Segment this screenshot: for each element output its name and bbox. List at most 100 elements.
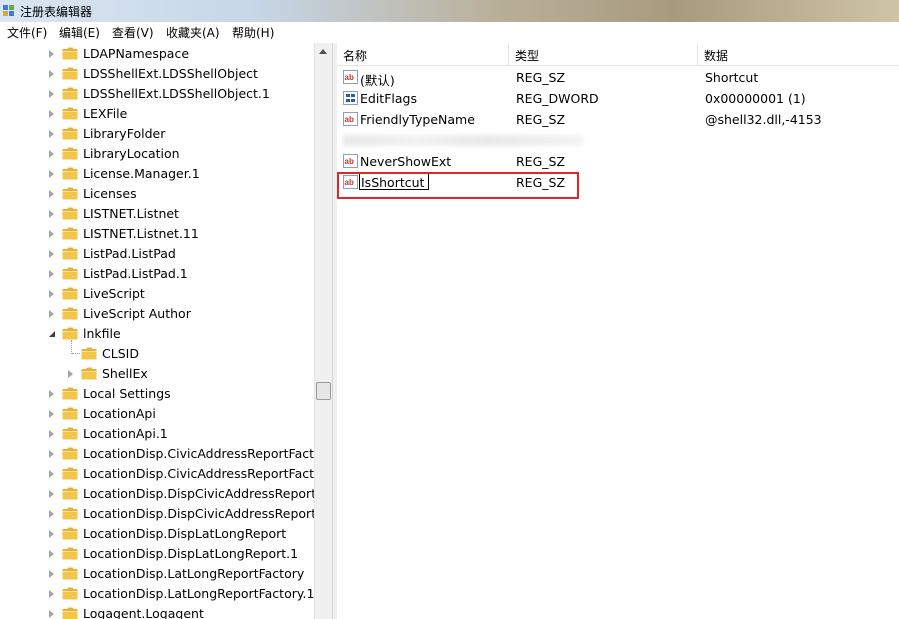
collapsed-arrow-icon[interactable] <box>49 210 54 218</box>
collapsed-arrow-icon[interactable] <box>49 530 54 538</box>
tree-item-label: Local Settings <box>83 386 171 401</box>
tree-item[interactable]: LDSShellExt.LDSShellObject <box>0 64 314 84</box>
collapsed-arrow-icon[interactable] <box>49 70 54 78</box>
folder-icon <box>62 247 78 260</box>
tree-item[interactable]: LocationDisp.DispLatLongReport.1 <box>0 544 314 564</box>
string-value-icon: ab <box>343 70 358 84</box>
collapsed-arrow-icon[interactable] <box>49 150 54 158</box>
tree-item[interactable]: LocationDisp.DispCivicAddressReport <box>0 484 316 504</box>
registry-key-tree[interactable]: LDAPNamespace LDSShellExt.LDSShellObject L… <box>0 43 332 619</box>
collapsed-arrow-icon[interactable] <box>49 550 54 558</box>
tree-item[interactable]: LocationDisp.CivicAddressReportFactory <box>0 444 332 464</box>
regedit-icon <box>3 5 14 16</box>
redacted-row <box>343 135 583 146</box>
tree-item[interactable]: LocationDisp.CivicAddressReportFactory <box>0 464 332 484</box>
tree-item[interactable]: lnkfile <box>0 324 314 344</box>
collapsed-arrow-icon[interactable] <box>49 510 54 518</box>
collapsed-arrow-icon[interactable] <box>49 110 54 118</box>
list-row[interactable]: ab FriendlyTypeName REG_SZ @shell32.dll,-41… <box>337 109 899 130</box>
collapsed-arrow-icon[interactable] <box>49 450 54 458</box>
collapsed-arrow-icon[interactable] <box>49 230 54 238</box>
folder-icon <box>81 367 97 380</box>
collapsed-arrow-icon[interactable] <box>49 490 54 498</box>
expanded-arrow-icon[interactable] <box>49 331 55 337</box>
collapsed-arrow-icon[interactable] <box>49 430 54 438</box>
folder-icon <box>62 507 78 520</box>
column-data-header[interactable]: 数据 <box>698 43 899 65</box>
tree-item-label: LDAPNamespace <box>83 46 190 61</box>
tree-item[interactable]: License.Manager.1 <box>0 164 314 184</box>
folder-icon <box>62 587 78 600</box>
column-name-header[interactable]: 名称 <box>337 43 509 65</box>
tree-item[interactable]: LocationApi <box>0 404 314 424</box>
tree-item[interactable]: Logagent.Logagent <box>0 604 314 619</box>
value-type: REG_SZ <box>516 70 566 85</box>
tree-item[interactable]: Licenses <box>0 184 314 204</box>
scroll-up-arrow-icon[interactable] <box>319 49 327 54</box>
tree-item-label: LibraryLocation <box>83 146 180 161</box>
title-bar: 注册表编辑器 <box>0 0 899 22</box>
tree-item[interactable]: LEXFile <box>0 104 314 124</box>
tree-item[interactable]: ListPad.ListPad <box>0 244 314 264</box>
menu-edit[interactable]: 编辑(E) <box>58 24 101 41</box>
tree-item[interactable]: LDSShellExt.LDSShellObject.1 <box>0 84 314 104</box>
tree-item[interactable]: CLSID <box>0 344 314 364</box>
menu-favorites[interactable]: 收藏夹(A) <box>165 24 221 41</box>
tree-item[interactable]: LocationDisp.DispLatLongReport <box>0 524 314 544</box>
folder-icon <box>62 487 78 500</box>
list-row[interactable]: ab NeverShowExt REG_SZ <box>337 151 899 172</box>
tree-scrollbar[interactable] <box>314 43 332 619</box>
tree-item-label: LiveScript <box>83 286 145 301</box>
collapsed-arrow-icon[interactable] <box>49 570 54 578</box>
collapsed-arrow-icon[interactable] <box>49 250 54 258</box>
column-type-header[interactable]: 类型 <box>509 43 698 65</box>
folder-icon <box>62 147 78 160</box>
collapsed-arrow-icon[interactable] <box>49 610 54 618</box>
collapsed-arrow-icon[interactable] <box>49 410 54 418</box>
folder-icon <box>81 347 97 360</box>
collapsed-arrow-icon[interactable] <box>49 310 54 318</box>
scroll-thumb[interactable] <box>316 382 331 400</box>
tree-item[interactable]: LiveScript <box>0 284 314 304</box>
tree-item[interactable]: LISTNET.Listnet.11 <box>0 224 314 244</box>
collapsed-arrow-icon[interactable] <box>49 130 54 138</box>
collapsed-arrow-icon[interactable] <box>49 90 54 98</box>
collapsed-arrow-icon[interactable] <box>68 370 73 378</box>
tree-item-label: Licenses <box>83 186 137 201</box>
list-row[interactable] <box>337 130 899 151</box>
collapsed-arrow-icon[interactable] <box>49 290 54 298</box>
tree-item[interactable]: LibraryFolder <box>0 124 314 144</box>
tree-item[interactable]: ShellEx <box>0 364 314 384</box>
value-type: REG_DWORD <box>516 91 599 106</box>
collapsed-arrow-icon[interactable] <box>49 50 54 58</box>
tree-item[interactable]: LDAPNamespace <box>0 44 314 64</box>
collapsed-arrow-icon[interactable] <box>49 390 54 398</box>
list-row[interactable]: ab (默认) REG_SZ Shortcut <box>337 67 899 88</box>
tree-item[interactable]: LibraryLocation <box>0 144 314 164</box>
tree-item[interactable]: LocationDisp.LatLongReportFactory.1 <box>0 584 314 604</box>
tree-item[interactable]: LocationDisp.DispCivicAddressReport.1 <box>0 504 328 524</box>
menu-view[interactable]: 查看(V) <box>111 24 155 41</box>
collapsed-arrow-icon[interactable] <box>49 270 54 278</box>
folder-icon <box>62 547 78 560</box>
collapsed-arrow-icon[interactable] <box>49 170 54 178</box>
collapsed-arrow-icon[interactable] <box>49 190 54 198</box>
value-type: REG_SZ <box>516 154 566 169</box>
tree-item[interactable]: LocationDisp.LatLongReportFactory <box>0 564 314 584</box>
registry-value-list[interactable]: 名称 类型 数据 ab (默认) REG_SZ Shortcut EditFlags RE… <box>337 43 899 619</box>
collapsed-arrow-icon[interactable] <box>49 590 54 598</box>
svg-text:ab: ab <box>345 115 354 124</box>
tree-item[interactable]: LISTNET.Listnet <box>0 204 314 224</box>
value-data: @shell32.dll,-4153 <box>705 112 822 127</box>
menu-file[interactable]: 文件(F) <box>6 24 48 41</box>
tree-item-label: ListPad.ListPad <box>83 246 176 261</box>
tree-item[interactable]: LiveScript Author <box>0 304 314 324</box>
list-row[interactable]: EditFlags REG_DWORD 0x00000001 (1) <box>337 88 899 109</box>
tree-item[interactable]: LocationApi.1 <box>0 424 314 444</box>
tree-item[interactable]: ListPad.ListPad.1 <box>0 264 314 284</box>
tree-item-label: ListPad.ListPad.1 <box>83 266 188 281</box>
tree-item[interactable]: Local Settings <box>0 384 314 404</box>
collapsed-arrow-icon[interactable] <box>49 470 54 478</box>
menu-help[interactable]: 帮助(H) <box>231 24 275 41</box>
folder-icon <box>62 387 78 400</box>
